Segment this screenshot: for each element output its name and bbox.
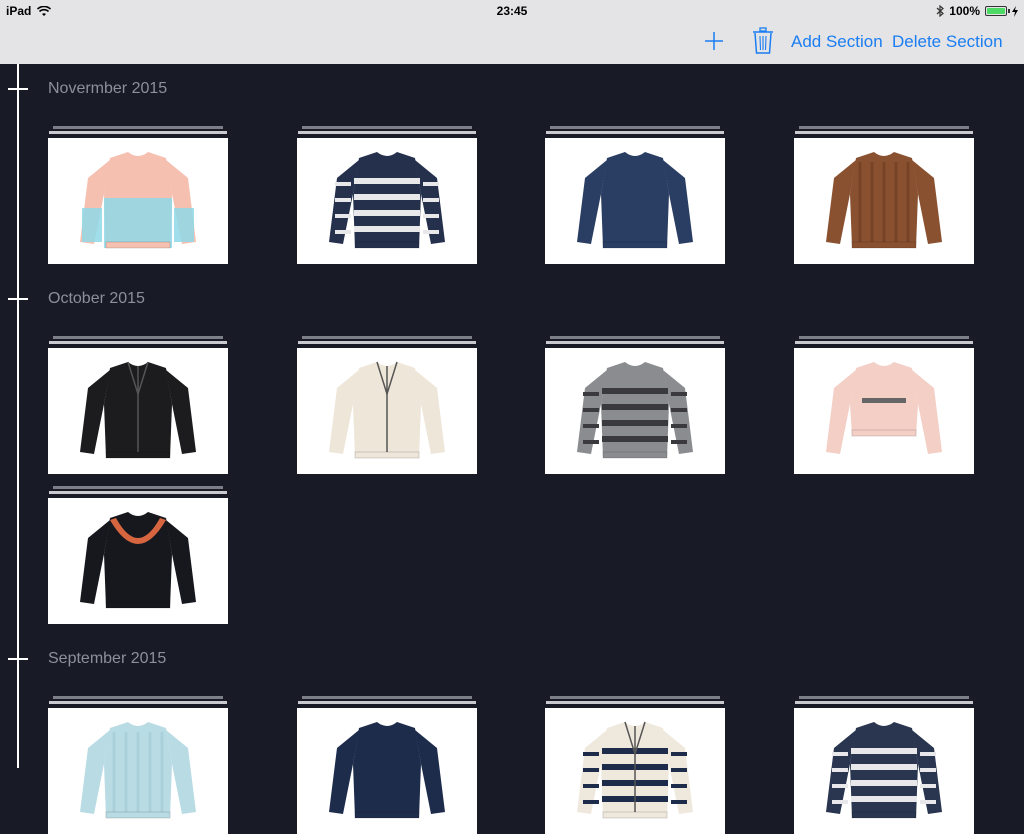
stack-edge <box>795 131 973 134</box>
stack-edge <box>550 696 720 699</box>
stack-edge <box>546 131 724 134</box>
battery-percent: 100% <box>949 4 980 18</box>
battery-icon <box>985 6 1010 16</box>
timeline-tick <box>8 88 28 90</box>
stack-edge <box>49 131 227 134</box>
black-embroidered-sweatshirt-image <box>48 498 228 624</box>
stack-edge <box>546 701 724 704</box>
navy-white-pattern-sweater-image <box>794 708 974 834</box>
plus-icon[interactable] <box>703 30 725 52</box>
timeline-line <box>17 64 19 768</box>
photo-card[interactable] <box>794 696 974 834</box>
navy-knit-sweater-image <box>545 138 725 264</box>
toolbar: Add Section Delete Section <box>0 22 1024 64</box>
stack-edge <box>49 341 227 344</box>
stack-edge <box>53 336 223 339</box>
stack-edge <box>302 126 472 129</box>
stack-edge <box>53 486 223 489</box>
stack-edge <box>799 126 969 129</box>
stack-edge <box>302 336 472 339</box>
stack-edge <box>298 131 476 134</box>
stack-edge <box>799 696 969 699</box>
section-title: September 2015 <box>48 650 167 667</box>
stack-edge <box>795 341 973 344</box>
navy-cable-sweater-image <box>297 708 477 834</box>
stack-edge <box>302 696 472 699</box>
brown-cable-knit-sweater-image <box>794 138 974 264</box>
timeline-tick <box>8 298 28 300</box>
photo-card[interactable] <box>794 126 974 264</box>
bluetooth-icon <box>936 5 945 17</box>
stack-edge <box>550 336 720 339</box>
photo-card[interactable] <box>297 696 477 834</box>
photo-card[interactable] <box>48 696 228 834</box>
cream-faux-fur-jacket-image <box>297 348 477 474</box>
section-title: October 2015 <box>48 290 145 307</box>
stack-edge <box>49 491 227 494</box>
photo-card[interactable] <box>48 126 228 264</box>
timeline-tick <box>8 658 28 660</box>
add-section-button[interactable]: Add Section <box>791 32 883 52</box>
photo-card[interactable] <box>297 336 477 474</box>
charging-icon <box>1012 5 1018 17</box>
stack-edge <box>53 126 223 129</box>
pink-cropped-sweatshirt-image <box>794 348 974 474</box>
section-title: Novermber 2015 <box>48 80 168 97</box>
navy-fair-isle-sweater-image <box>297 138 477 264</box>
photo-card[interactable] <box>545 336 725 474</box>
photo-card[interactable] <box>48 486 228 624</box>
stack-edge <box>49 701 227 704</box>
photo-card[interactable] <box>48 336 228 474</box>
stack-edge <box>795 701 973 704</box>
pastel-ombre-sweater-image <box>48 138 228 264</box>
photo-card[interactable] <box>545 696 725 834</box>
stack-edge <box>799 336 969 339</box>
grey-fair-isle-sweater-image <box>545 348 725 474</box>
photo-card[interactable] <box>545 126 725 264</box>
stack-edge <box>298 701 476 704</box>
black-blazer-image <box>48 348 228 474</box>
trash-icon[interactable] <box>751 27 775 55</box>
status-bar: iPad 23:45 100% <box>0 0 1024 22</box>
photo-card[interactable] <box>297 126 477 264</box>
stack-edge <box>550 126 720 129</box>
nordic-hooded-cardigan-image <box>545 708 725 834</box>
delete-section-button[interactable]: Delete Section <box>892 32 1003 52</box>
stack-edge <box>546 341 724 344</box>
clock: 23:45 <box>496 4 528 18</box>
light-blue-cable-sweater-image <box>48 708 228 834</box>
stack-edge <box>298 341 476 344</box>
photo-card[interactable] <box>794 336 974 474</box>
stack-edge <box>53 696 223 699</box>
